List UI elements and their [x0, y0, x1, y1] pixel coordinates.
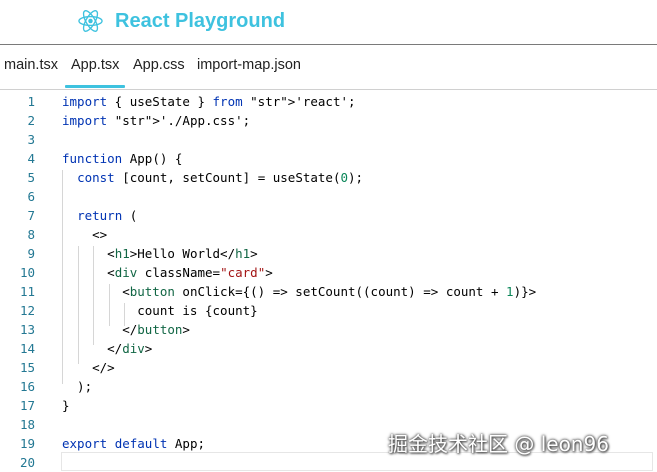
- code-text[interactable]: );: [62, 377, 92, 396]
- code-text[interactable]: <>: [62, 225, 107, 244]
- watermark: 掘金技术社区 @ leon96: [388, 432, 609, 456]
- tab-import-map-json[interactable]: import-map.json: [197, 56, 301, 74]
- line-number: 11: [19, 284, 35, 299]
- code-text[interactable]: count is {count}: [62, 301, 257, 320]
- code-line[interactable]: 16 );: [0, 377, 657, 396]
- code-text[interactable]: import "str">'./App.css';: [62, 111, 250, 130]
- file-tabs: main.tsx App.tsx App.css import-map.json: [0, 45, 657, 90]
- code-line[interactable]: 6: [0, 187, 657, 206]
- app-title: React Playground: [115, 10, 286, 32]
- line-number: 18: [19, 417, 35, 432]
- code-text[interactable]: return (: [62, 206, 137, 225]
- code-editor[interactable]: 1 import { useState } from "str">'react';…: [0, 90, 657, 471]
- code-text[interactable]: function App() {: [62, 149, 182, 168]
- line-number: 14: [19, 341, 35, 356]
- code-line[interactable]: 15 </>: [0, 358, 657, 377]
- code-text[interactable]: <div className="card">: [62, 263, 273, 282]
- line-number: 17: [19, 398, 35, 413]
- code-line[interactable]: 1 import { useState } from "str">'react';: [0, 92, 657, 111]
- code-line[interactable]: 14 </div>: [0, 339, 657, 358]
- line-number: 10: [19, 265, 35, 280]
- code-line[interactable]: 17}: [0, 396, 657, 415]
- code-line[interactable]: 3: [0, 130, 657, 149]
- line-number: 3: [27, 132, 35, 147]
- app-header: React Playground: [0, 0, 657, 45]
- code-line[interactable]: 2 import "str">'./App.css';: [0, 111, 657, 130]
- line-number: 15: [19, 360, 35, 375]
- line-number: 9: [27, 246, 35, 261]
- line-number: 1: [27, 94, 35, 109]
- line-number: 19: [19, 436, 35, 451]
- code-line[interactable]: 10 <div className="card">: [0, 263, 657, 282]
- code-line[interactable]: 5 const [count, setCount] = useState(0);: [0, 168, 657, 187]
- code-text[interactable]: <h1>Hello World</h1>: [62, 244, 258, 263]
- code-line[interactable]: 7 return (: [0, 206, 657, 225]
- code-text[interactable]: </>: [62, 358, 115, 377]
- line-number: 5: [27, 170, 35, 185]
- code-text[interactable]: </div>: [62, 339, 152, 358]
- code-text[interactable]: <button onClick={() => setCount((count) …: [62, 282, 536, 301]
- code-text[interactable]: import { useState } from "str">'react';: [62, 92, 356, 111]
- line-number: 12: [19, 303, 35, 318]
- line-number: 2: [27, 113, 35, 128]
- code-line[interactable]: 8 <>: [0, 225, 657, 244]
- tab-main-tsx[interactable]: main.tsx: [4, 56, 58, 74]
- code-text[interactable]: const [count, setCount] = useState(0);: [62, 168, 363, 187]
- line-number: 4: [27, 151, 35, 166]
- code-line[interactable]: 11 <button onClick={() => setCount((coun…: [0, 282, 657, 301]
- code-line[interactable]: 4 function App() {: [0, 149, 657, 168]
- code-text[interactable]: }: [62, 396, 70, 415]
- code-line[interactable]: 13 </button>: [0, 320, 657, 339]
- line-number: 6: [27, 189, 35, 204]
- code-line[interactable]: 9 <h1>Hello World</h1>: [0, 244, 657, 263]
- code-text[interactable]: </button>: [62, 320, 190, 339]
- code-text[interactable]: export default App;: [62, 434, 205, 453]
- code-line[interactable]: 12 count is {count}: [0, 301, 657, 320]
- tab-app-css[interactable]: App.css: [133, 56, 185, 74]
- tab-app-tsx[interactable]: App.tsx: [64, 56, 126, 88]
- line-number: 8: [27, 227, 35, 242]
- line-number: 20: [19, 455, 35, 470]
- line-number: 7: [27, 208, 35, 223]
- line-number: 16: [19, 379, 35, 394]
- react-atom-icon: [78, 10, 103, 32]
- line-number: 13: [19, 322, 35, 337]
